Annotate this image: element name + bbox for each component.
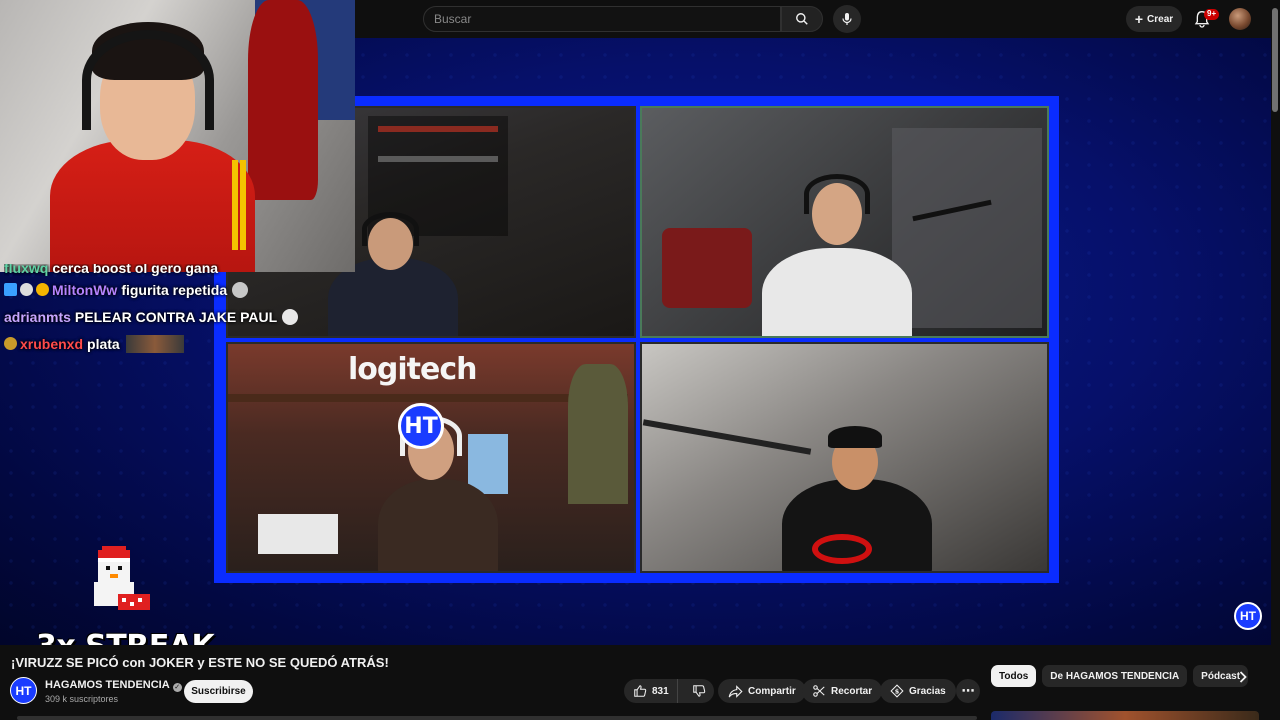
video-title: ¡VIRUZZ SE PICÓ con JOKER y ESTE NO SE Q… (11, 655, 389, 670)
like-button[interactable]: 831 (624, 679, 678, 703)
chip-all[interactable]: Todos (991, 665, 1037, 687)
camera-feed-4 (639, 341, 1049, 573)
headphones-icon (82, 30, 214, 130)
video-info-panel: ¡VIRUZZ SE PICÓ con JOKER y ESTE NO SE Q… (0, 645, 1271, 720)
thanks-label: Gracias (909, 685, 946, 697)
scrollbar-thumb[interactable] (1272, 8, 1278, 112)
video-player[interactable]: logitech HT fluxwq cerca boost ol gero g… (0, 0, 1280, 645)
scissors-icon (813, 685, 825, 697)
chat-text: cerca boost ol gero gana (52, 264, 219, 276)
emote-icon (232, 281, 249, 298)
chat-message: xrubenxd plata (4, 330, 334, 357)
microphone-icon (842, 13, 852, 25)
chat-text: PELEAR CONTRA JAKE PAUL (74, 308, 278, 325)
search-icon (796, 13, 808, 25)
verified-icon: ✓ (172, 683, 182, 692)
camera-feed-2 (639, 106, 1049, 338)
chip-from-channel[interactable]: De HAGAMOS TENDENCIA (1042, 665, 1188, 687)
headset-icon (803, 174, 870, 214)
chat-username: adrianmts (4, 308, 71, 325)
badge-icon (36, 283, 49, 296)
chat-overlay: fluxwq cerca boost ol gero gana MiltonWw… (4, 264, 334, 357)
chat-username: MiltonWw (52, 281, 118, 298)
svg-text:$: $ (895, 687, 900, 695)
related-video-thumbnail[interactable] (991, 711, 1259, 720)
sponsor-logo: logitech (348, 351, 477, 387)
voice-search-button[interactable] (833, 5, 861, 33)
channel-logo-icon: HT (398, 403, 444, 449)
channel-watermark-icon[interactable]: HT (1234, 602, 1262, 630)
chat-username: fluxwq (4, 264, 49, 276)
search-input[interactable]: Buscar (423, 6, 781, 32)
snowman-icon (94, 546, 150, 610)
camera-feed-3: logitech (226, 341, 636, 573)
like-count: 831 (652, 685, 669, 697)
chat-message: adrianmts PELEAR CONTRA JAKE PAUL (4, 303, 334, 330)
more-actions-button[interactable]: ⋯ (956, 679, 980, 703)
chat-message: fluxwq cerca boost ol gero gana (4, 264, 334, 276)
notification-count-badge: 9+ (1204, 9, 1220, 20)
create-label: Crear (1147, 13, 1174, 25)
related-filter-chips: Todos De HAGAMOS TENDENCIA Pódcast (991, 665, 1249, 687)
channel-name[interactable]: HAGAMOS TENDENCIA (45, 679, 170, 691)
badge-icon (4, 337, 17, 350)
chevron-right-icon (1239, 671, 1247, 683)
facecam (0, 0, 355, 272)
chat-username: xrubenxd (20, 335, 84, 352)
dislike-button[interactable] (683, 679, 715, 703)
streak-label: 3x STREAK (36, 632, 215, 646)
thumbs-up-icon (634, 685, 647, 697)
thanks-dollar-icon: $ (890, 684, 904, 698)
share-icon (728, 684, 743, 698)
emote-icon (125, 334, 184, 353)
clip-label: Recortar (831, 685, 873, 697)
top-bar: Buscar + Crear 9+ (355, 0, 1280, 38)
streamer-body (761, 248, 912, 336)
subscribe-button[interactable]: Suscribirse (184, 680, 253, 703)
chat-message: MiltonWw figurita repetida (4, 276, 334, 303)
create-button[interactable]: + Crear (1126, 6, 1182, 32)
emote-icon (282, 308, 299, 325)
thanks-button[interactable]: $ Gracias (880, 679, 956, 703)
headset-icon (362, 212, 419, 246)
description-box-edge (17, 716, 977, 720)
account-avatar[interactable] (1229, 8, 1251, 30)
share-label: Compartir (748, 685, 796, 697)
badge-icon (4, 283, 17, 296)
channel-name-row[interactable]: HAGAMOS TENDENCIA ✓ (45, 679, 182, 692)
like-dislike-group: 831 (624, 679, 714, 703)
thumbs-down-icon (692, 685, 705, 697)
subscriber-count: 309 k suscriptores (45, 694, 119, 704)
badge-icon (20, 283, 33, 296)
chat-text: figurita repetida (121, 281, 228, 298)
channel-avatar[interactable]: HT (10, 677, 37, 704)
chat-text: plata (87, 335, 120, 352)
more-icon: ⋯ (961, 683, 975, 698)
plus-icon: + (1134, 11, 1144, 27)
streamer-body (378, 478, 498, 572)
clip-button[interactable]: Recortar (802, 679, 883, 703)
chips-next-button[interactable] (1234, 666, 1252, 688)
search-button[interactable] (781, 6, 823, 32)
share-button[interactable]: Compartir (718, 679, 806, 703)
